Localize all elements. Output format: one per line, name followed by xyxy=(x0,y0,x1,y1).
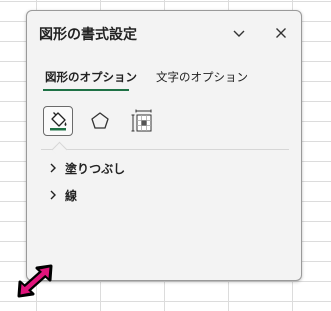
pane-title: 図形の書式設定 xyxy=(39,27,137,43)
selected-category-pointer xyxy=(51,141,68,158)
close-icon xyxy=(276,28,286,38)
effects-button[interactable] xyxy=(85,106,115,136)
fill-line-button[interactable] xyxy=(43,106,73,136)
fill-line-icon xyxy=(50,112,67,131)
size-properties-icon xyxy=(131,109,152,132)
size-properties-button[interactable] xyxy=(127,106,157,136)
chevron-down-icon xyxy=(233,30,245,37)
active-tab-indicator xyxy=(43,89,129,91)
section-divider xyxy=(41,149,289,150)
section-line[interactable]: 線 xyxy=(47,186,77,204)
pane-options-button[interactable] xyxy=(229,23,249,43)
chevron-right-icon xyxy=(50,190,56,200)
diagonal-resize-cursor-icon xyxy=(17,264,53,298)
chevron-right-icon xyxy=(50,163,56,173)
close-button[interactable] xyxy=(271,23,291,43)
section-fill[interactable]: 塗りつぶし xyxy=(47,159,125,177)
format-shape-pane: 図形の書式設定 図形のオプション 文字のオプション 塗りつぶし 線 xyxy=(26,10,302,281)
tab-shape-options[interactable]: 図形のオプション xyxy=(45,69,137,85)
section-fill-label: 塗りつぶし xyxy=(65,161,126,176)
tab-text-options[interactable]: 文字のオプション xyxy=(156,69,248,85)
section-line-label: 線 xyxy=(65,188,78,203)
effects-pentagon-icon xyxy=(91,112,109,129)
